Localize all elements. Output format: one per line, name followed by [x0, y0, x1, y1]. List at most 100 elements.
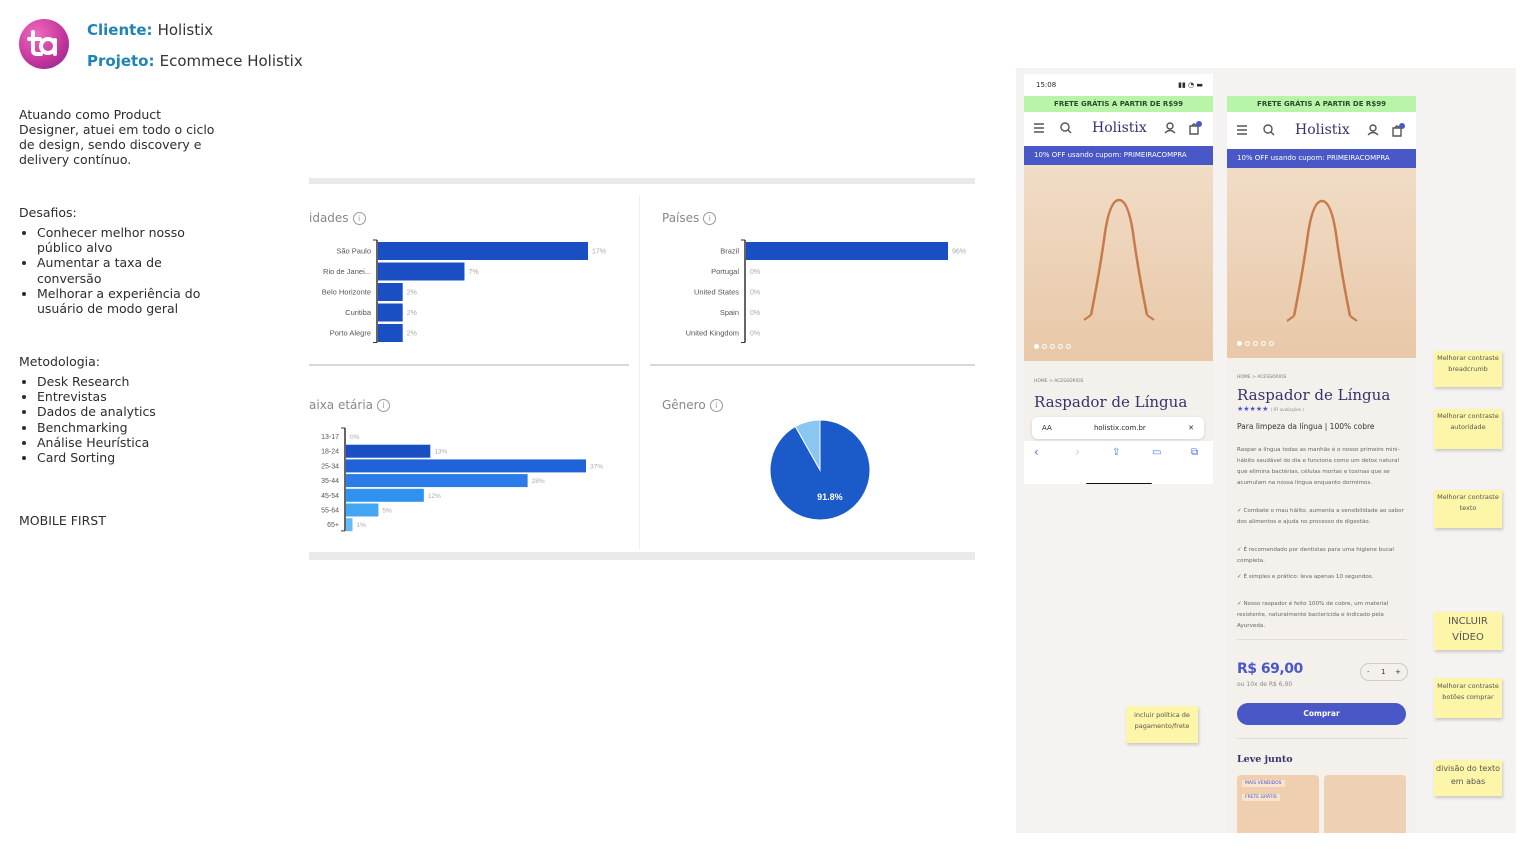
- data-label: 96%: [952, 249, 966, 256]
- tick-label: 65+: [327, 522, 339, 529]
- data-label: 17%: [592, 249, 606, 256]
- cart-icon[interactable]: [1390, 122, 1406, 138]
- info-icon[interactable]: i: [377, 399, 391, 412]
- client-label: Cliente:: [87, 21, 153, 39]
- bar[interactable]: [346, 459, 586, 473]
- list-item: Benchmarking: [37, 420, 227, 435]
- breadcrumb[interactable]: HOME > ACESSÓRIOS: [1237, 375, 1286, 380]
- analytics-divider-right: [650, 364, 975, 366]
- intro-text: Atuando como Product Designer, atuei em …: [19, 107, 215, 167]
- tick-label: Portugal: [711, 267, 739, 276]
- user-icon[interactable]: [1164, 122, 1176, 134]
- rating-stars[interactable]: ★★★★★ ( 97 avaliações ): [1237, 405, 1304, 413]
- data-label: 0%: [750, 310, 760, 317]
- list-item: Conhecer melhor nosso público alvo: [37, 225, 227, 255]
- carousel-dots[interactable]: [1034, 334, 1074, 353]
- product-image[interactable]: [1227, 168, 1416, 358]
- bestseller-badge: MAIS VENDIDOS: [1242, 780, 1285, 787]
- list-item: Dados de analytics: [37, 404, 227, 419]
- home-indicator: [1086, 483, 1152, 484]
- analytics-bottom-band: [309, 552, 975, 560]
- cart-icon[interactable]: [1187, 120, 1203, 136]
- analytics-top-band: [309, 178, 975, 184]
- chart-title-cities: idades i: [309, 211, 366, 225]
- tick-label: Belo Horizonte: [322, 288, 371, 297]
- data-label: 0%: [750, 290, 760, 297]
- data-label: 2%: [407, 331, 417, 338]
- product-image[interactable]: [1024, 165, 1213, 361]
- project-value: Ecommece Holistix: [159, 52, 303, 70]
- bar[interactable]: [378, 283, 403, 301]
- list-item: Melhorar a experiência do usuário de mod…: [37, 286, 227, 316]
- shipping-banner: FRETE GRÁTIS A PARTIR DE R$99: [1227, 96, 1416, 112]
- bar[interactable]: [346, 488, 424, 502]
- tick-label: 13-17: [321, 434, 339, 441]
- browser-toolbar: ‹ › ⇪ ▭ ⧉: [1024, 441, 1213, 484]
- bar[interactable]: [746, 242, 948, 260]
- bar[interactable]: [346, 503, 379, 517]
- brand-logo[interactable]: Holistix: [1092, 120, 1147, 136]
- benefit-item: ✓ Combate o mau hálito, aumenta a sensib…: [1237, 508, 1404, 525]
- bar[interactable]: [378, 262, 465, 281]
- browser-url-bar[interactable]: AA holistix.com.br ✕: [1032, 417, 1204, 439]
- product-price: R$ 69,00: [1237, 661, 1303, 677]
- qty-plus-button[interactable]: +: [1395, 664, 1401, 680]
- analytics-divider-left: [309, 364, 629, 366]
- bar[interactable]: [346, 518, 353, 532]
- chart-title-age: aixa etária i: [309, 398, 391, 412]
- related-product-card[interactable]: [1324, 775, 1406, 833]
- product-subtitle: Para limpeza da língua | 100% cobre: [1237, 422, 1375, 431]
- logo-mark-icon: [27, 28, 61, 64]
- review-count[interactable]: ( 97 avaliações ): [1271, 407, 1304, 412]
- installments-text: ou 10x de R$ 6,90: [1237, 681, 1293, 688]
- url-text[interactable]: holistix.com.br: [1094, 417, 1146, 439]
- bar[interactable]: [378, 303, 403, 322]
- info-icon[interactable]: i: [709, 399, 723, 412]
- data-label: 2%: [407, 290, 417, 297]
- product-details: HOME > ACESSÓRIOS Raspador de Língua ★★★…: [1227, 358, 1416, 833]
- info-icon[interactable]: i: [703, 212, 717, 225]
- coupon-banner: 10% OFF usando cupom: PRIMEIRACOMPRA: [1227, 149, 1416, 168]
- client-value: Holistix: [157, 21, 214, 39]
- search-icon[interactable]: [1060, 122, 1072, 134]
- chart-title-gender: Gênero i: [662, 398, 723, 412]
- bookmarks-icon[interactable]: ▭: [1152, 447, 1161, 458]
- buy-button[interactable]: Comprar: [1237, 703, 1406, 725]
- menu-icon[interactable]: [1236, 125, 1248, 135]
- quantity-stepper[interactable]: - 1 +: [1360, 663, 1408, 681]
- carousel-dots[interactable]: [1237, 331, 1277, 350]
- free-shipping-badge: FRETE GRÁTIS: [1242, 794, 1280, 801]
- breadcrumb[interactable]: HOME > ACESSÓRIOS: [1034, 379, 1083, 384]
- brand-logo[interactable]: Holistix: [1295, 122, 1350, 138]
- tongue-scraper-illustration: [1083, 198, 1155, 321]
- data-label: 2%: [407, 310, 417, 317]
- sticky-note-video: INCLUIR VÍDEO: [1434, 612, 1502, 650]
- user-icon[interactable]: [1367, 124, 1379, 136]
- bar[interactable]: [378, 242, 588, 260]
- share-icon[interactable]: ⇪: [1112, 447, 1120, 458]
- qty-minus-button[interactable]: -: [1367, 664, 1370, 680]
- project-row: Projeto: Ecommece Holistix: [87, 51, 303, 70]
- bar[interactable]: [346, 444, 431, 458]
- data-label: 37%: [590, 463, 603, 470]
- tick-label: Curitiba: [345, 308, 372, 317]
- close-icon[interactable]: ✕: [1188, 417, 1194, 439]
- list-item: Desk Research: [37, 374, 227, 389]
- data-label: 1%: [356, 522, 366, 529]
- bar[interactable]: [378, 324, 403, 342]
- info-icon[interactable]: i: [352, 212, 366, 225]
- related-product-card[interactable]: MAIS VENDIDOS FRETE GRÁTIS: [1237, 775, 1319, 833]
- list-item: Aumentar a taxa de conversão: [37, 255, 227, 285]
- forward-icon[interactable]: ›: [1075, 445, 1080, 459]
- text-size-button[interactable]: AA: [1042, 417, 1052, 439]
- tabs-icon[interactable]: ⧉: [1191, 447, 1198, 458]
- qty-value[interactable]: 1: [1381, 664, 1385, 680]
- back-icon[interactable]: ‹: [1034, 445, 1039, 459]
- list-item: Card Sorting: [37, 450, 227, 465]
- search-icon[interactable]: [1263, 124, 1275, 136]
- bar[interactable]: [346, 474, 528, 488]
- product-info-area: HOME > ACESSÓRIOS Raspador de Língua AA …: [1024, 361, 1213, 484]
- nav-bar: Holistix: [1227, 112, 1416, 149]
- menu-icon[interactable]: [1033, 123, 1045, 133]
- tick-label: Rio de Janei...: [323, 267, 371, 276]
